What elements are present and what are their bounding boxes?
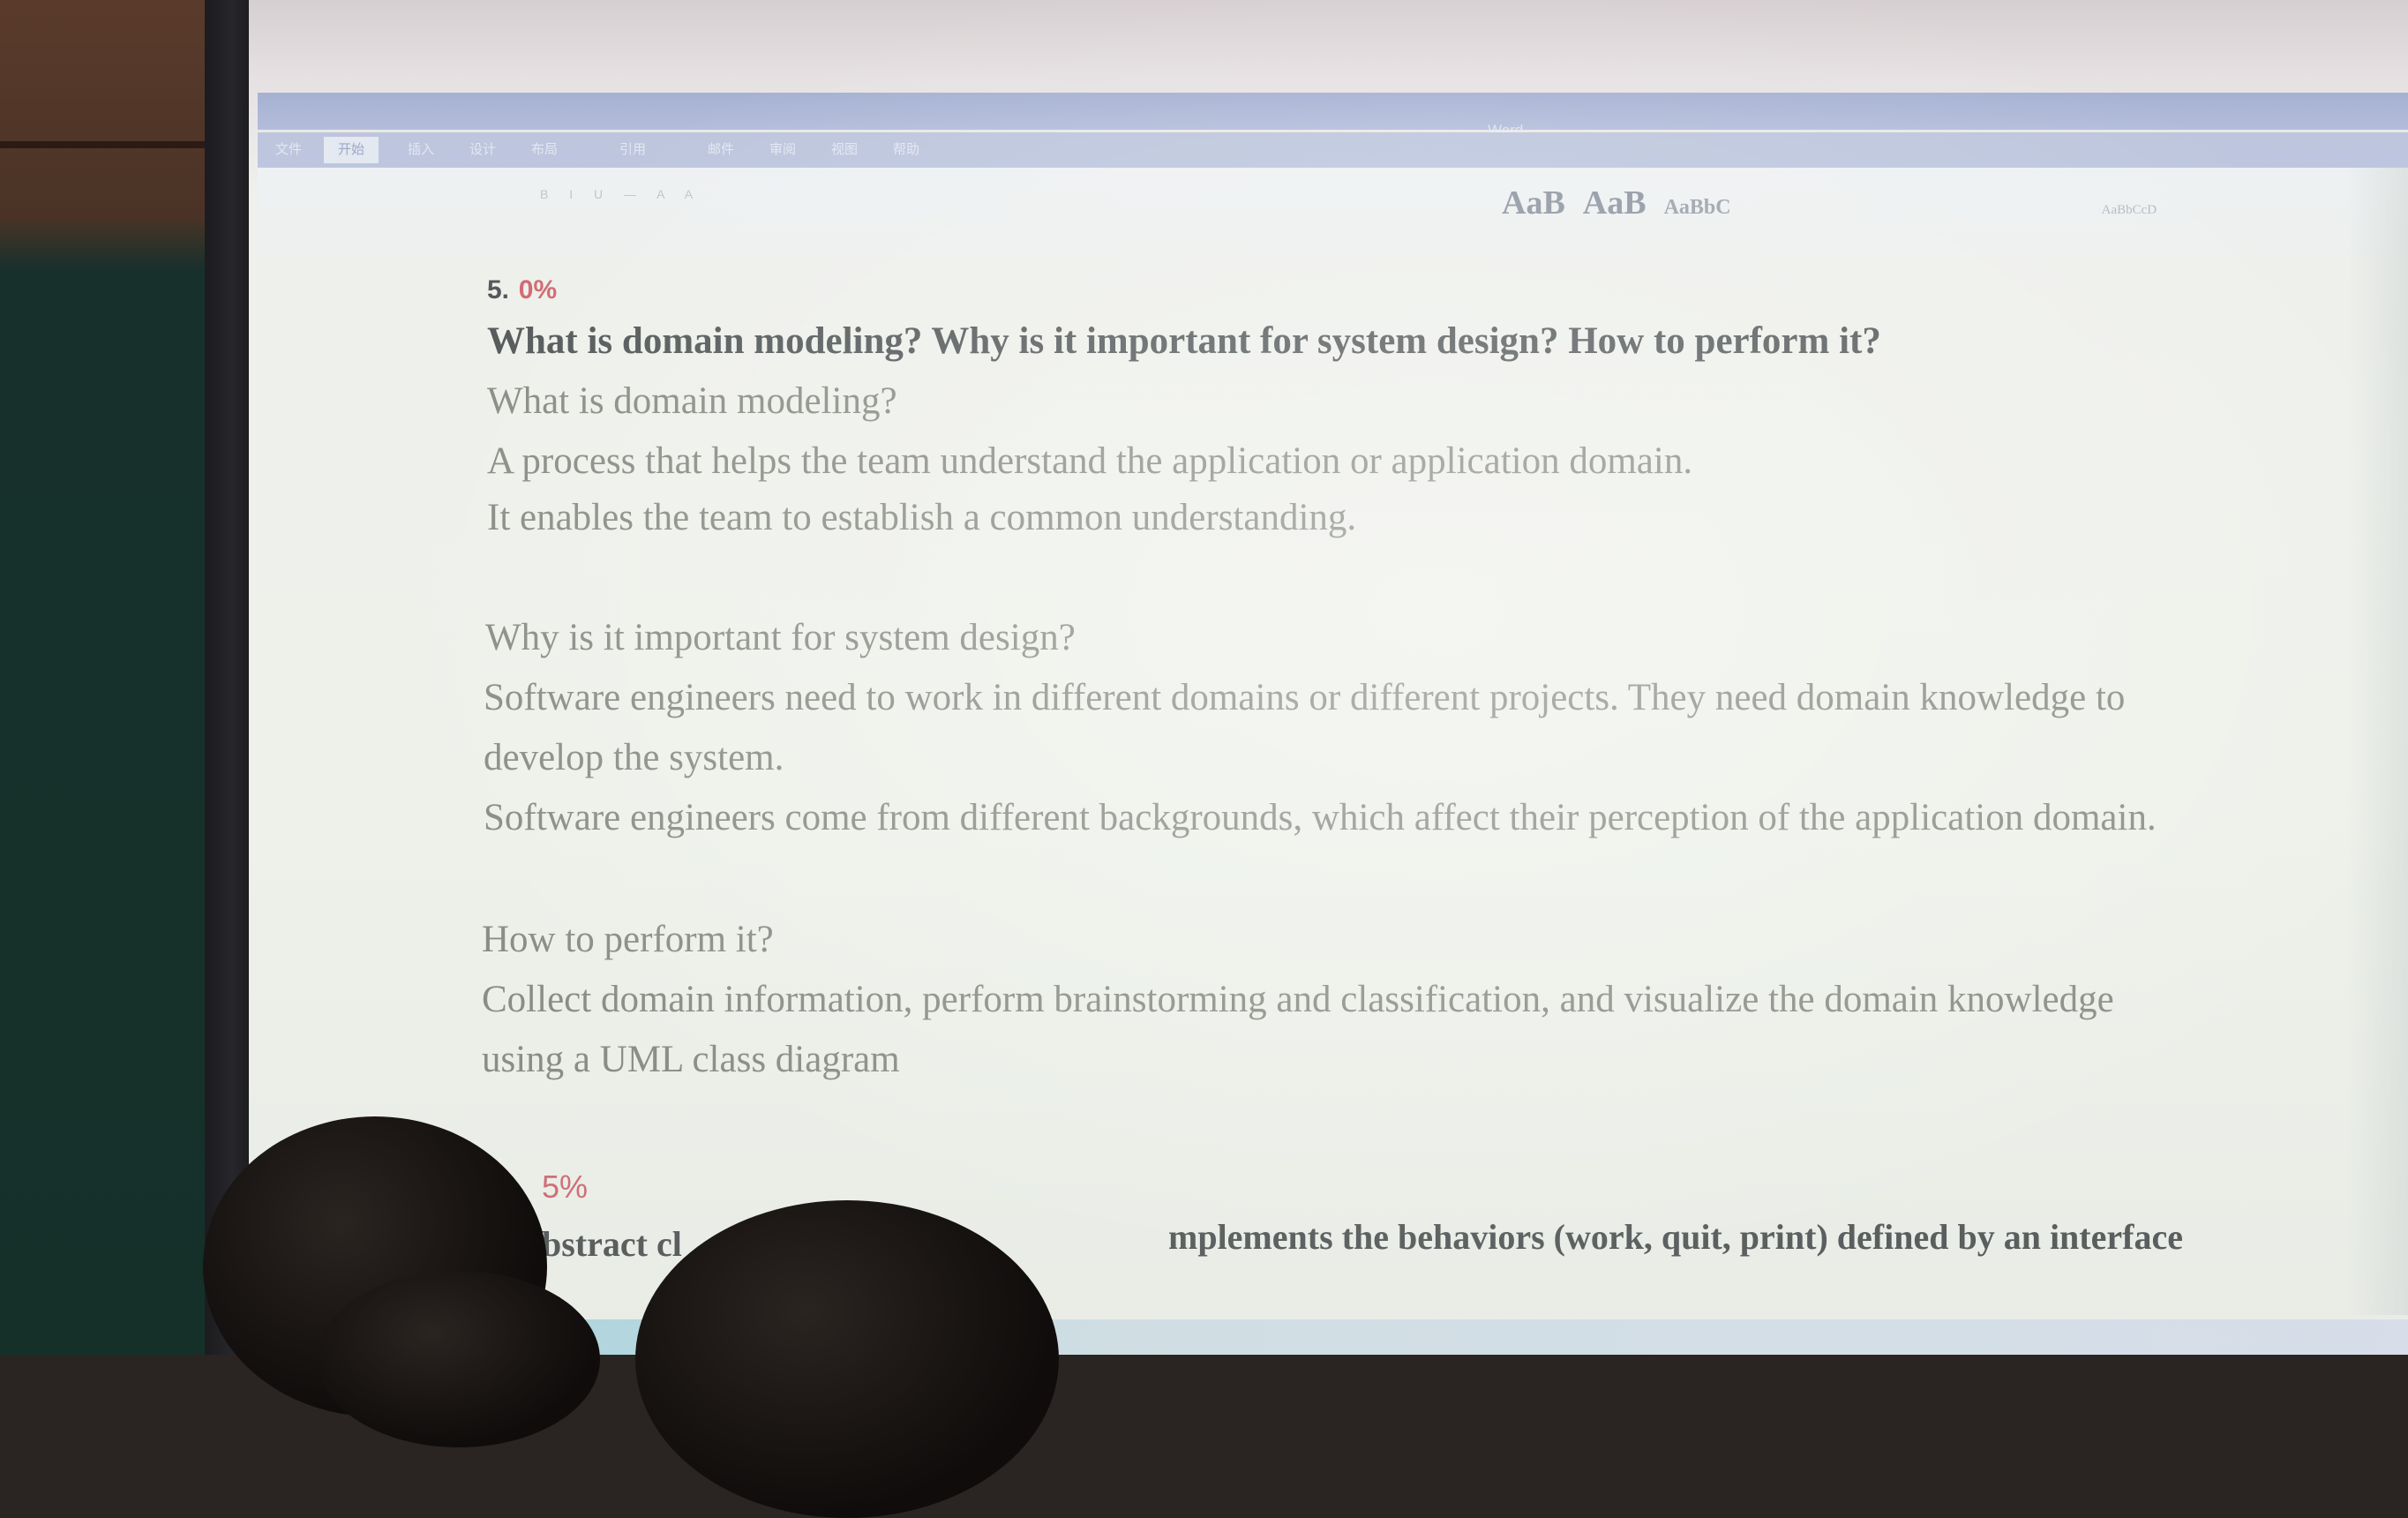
part2-line: Software engineers come from different b… — [484, 797, 2157, 838]
projector-screen-frame — [205, 0, 251, 1355]
next-question-start: bstract cl — [542, 1224, 682, 1264]
section-percent: 0% — [518, 275, 558, 304]
tab-design[interactable]: 设计 — [469, 137, 496, 163]
part3-line: using a UML class diagram — [482, 1039, 900, 1080]
ribbon-tab-bar — [258, 132, 2408, 168]
projected-screen: ……Word 文件 开始 插入 设计 布局 引用 邮件 审阅 视图 帮助 B I… — [249, 0, 2408, 1355]
tab-review[interactable]: 审阅 — [769, 137, 796, 163]
tab-insert[interactable]: 插入 — [408, 137, 434, 163]
vertical-scrollbar[interactable] — [2346, 168, 2408, 1315]
tab-view[interactable]: 视图 — [831, 137, 858, 163]
word-title-bar — [258, 93, 2408, 130]
part2-line: develop the system. — [484, 737, 784, 778]
section-heading: 5. 0% — [487, 265, 557, 308]
tab-layout[interactable]: 布局 — [531, 137, 558, 163]
part3-heading: How to perform it? — [482, 919, 774, 960]
part1-heading: What is domain modeling? — [487, 380, 897, 422]
audience-head-left-lower — [318, 1271, 600, 1447]
style-subtle[interactable]: AaBbCcD — [2102, 203, 2157, 217]
style-title[interactable]: AaBbC — [1664, 196, 1731, 219]
tab-help[interactable]: 帮助 — [893, 137, 919, 163]
chalkboard-wall — [0, 0, 212, 1355]
part1-line: A process that helps the team understand… — [487, 440, 1693, 482]
font-controls[interactable]: B I U — A A — [540, 187, 701, 201]
styles-gallery[interactable]: AaB AaB AaBbC AaBbCcD — [1502, 184, 2171, 222]
question-text: What is domain modeling? Why is it impor… — [487, 320, 1881, 362]
tab-mailings[interactable]: 邮件 — [708, 137, 734, 163]
part1-line: It enables the team to establish a commo… — [487, 497, 1357, 538]
tab-references[interactable]: 引用 — [619, 137, 646, 163]
part2-line: Software engineers need to work in diffe… — [484, 677, 2126, 718]
next-question-end: mplements the behaviors (work, quit, pri… — [1168, 1217, 2183, 1257]
section-number: 5. — [487, 275, 510, 304]
style-heading-2[interactable]: AaB — [1583, 184, 1647, 222]
audience-head-center — [635, 1200, 1059, 1518]
part2-heading: Why is it important for system design? — [485, 617, 1076, 658]
style-heading-1[interactable]: AaB — [1502, 184, 1565, 222]
tab-file[interactable]: 文件 — [275, 137, 302, 163]
tab-home[interactable]: 开始 — [324, 137, 379, 163]
part3-line: Collect domain information, perform brai… — [482, 979, 2114, 1020]
chalkboard-rail — [0, 141, 212, 148]
next-section-percent: 5% — [542, 1169, 589, 1205]
